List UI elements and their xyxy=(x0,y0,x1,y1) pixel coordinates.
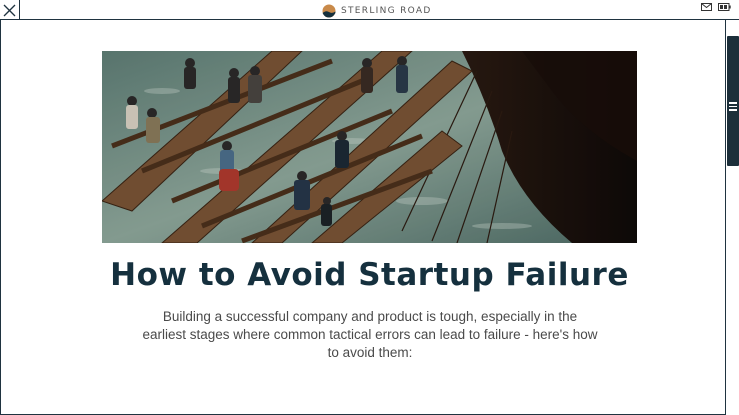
scrollbar-thumb[interactable] xyxy=(727,36,739,166)
status-icons xyxy=(701,3,731,11)
page-title: How to Avoid Startup Failure xyxy=(110,257,629,293)
article-subtitle: Building a successful company and produc… xyxy=(142,309,598,360)
brand-logo[interactable]: STERLING ROAD xyxy=(322,3,432,19)
mail-icon[interactable] xyxy=(701,3,712,11)
bridge-crowd-illustration xyxy=(102,51,637,243)
scroll-rail[interactable] xyxy=(725,20,739,415)
top-bar: STERLING ROAD xyxy=(0,0,739,20)
close-icon xyxy=(3,4,16,16)
close-button[interactable] xyxy=(0,0,20,20)
battery-icon xyxy=(718,3,731,11)
menu-grip-icon xyxy=(729,102,737,113)
sterling-road-logo-icon xyxy=(322,4,336,18)
brand-name: STERLING ROAD xyxy=(341,6,432,16)
hero-image xyxy=(102,51,637,243)
